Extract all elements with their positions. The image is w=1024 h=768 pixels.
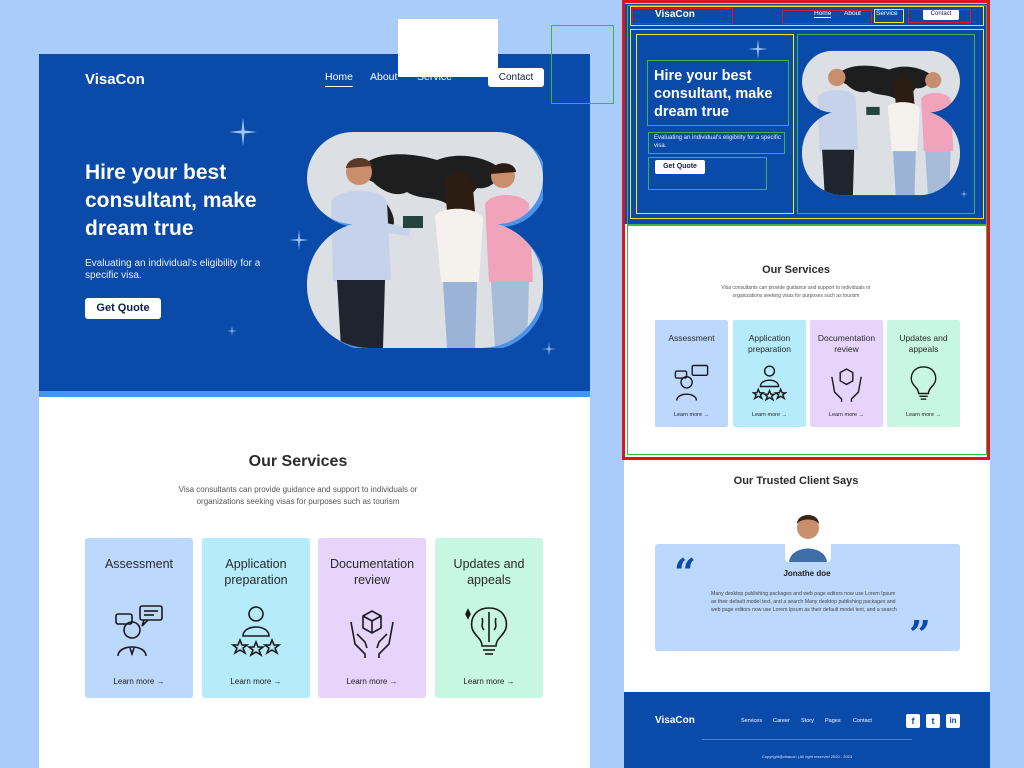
- card-title: Updates and appeals: [453, 557, 525, 587]
- brain-lightbulb-icon: [465, 607, 508, 655]
- blank-overlay-box: [398, 19, 498, 77]
- footer-copyright: Copyright@visacon | All right reserved 2…: [761, 754, 853, 759]
- contact-button[interactable]: Contact: [923, 9, 959, 20]
- nav-home[interactable]: Home: [814, 10, 832, 18]
- nav-service[interactable]: Service: [876, 10, 898, 17]
- sparkle-icon: [227, 326, 237, 336]
- linkedin-icon[interactable]: in: [946, 714, 960, 728]
- footer-link-career[interactable]: Career: [773, 718, 790, 724]
- learn-more-link[interactable]: Learn more →: [202, 677, 310, 686]
- footer-logo[interactable]: VisaCon: [655, 715, 695, 726]
- sparkle-icon: [542, 342, 556, 356]
- service-card-application[interactable]: Application preparation Learn more →: [202, 538, 310, 698]
- learn-more-link[interactable]: Learn more →: [435, 677, 543, 686]
- service-card-documentation[interactable]: Documentation review Learn more →: [318, 538, 426, 698]
- services-subtitle: Visa consultants can provide guidance an…: [178, 485, 418, 506]
- twitter-icon[interactable]: t: [926, 714, 940, 728]
- card-title: Documentation review: [329, 557, 415, 587]
- services-title: Our Services: [762, 264, 830, 276]
- hero-subtext: Evaluating an individual's eligibility f…: [85, 258, 261, 281]
- hero-bottom-strip: [39, 391, 590, 397]
- brand-logo[interactable]: VisaCon: [85, 71, 145, 88]
- card-title: Documentation review: [817, 333, 876, 354]
- footer-link-contact[interactable]: Contact: [853, 718, 872, 724]
- hero-consultants-photo: [307, 132, 543, 348]
- learn-more-link[interactable]: Learn more →: [887, 412, 960, 418]
- person-rating-stars-icon: [231, 606, 281, 657]
- service-card-application[interactable]: Application preparation Learn more →: [733, 320, 806, 427]
- hands-box-icon: [831, 368, 862, 402]
- footer-link-pages[interactable]: Pages: [825, 718, 841, 724]
- hands-box-icon: [350, 610, 394, 658]
- hero-subtext: Evaluating an individual's eligibility f…: [654, 135, 781, 149]
- client-name: Jonathe doe: [783, 569, 831, 578]
- facebook-icon[interactable]: f: [906, 714, 920, 728]
- services-subtitle: Visa consultants can provide guidance an…: [721, 285, 871, 299]
- hero-headline: Hire your best consultant, make dream tr…: [654, 68, 773, 120]
- desktop-mockup-small: VisaCon Home About Service Contact Hire …: [624, 4, 990, 768]
- footer-link-services[interactable]: Services: [741, 718, 762, 724]
- nav-about[interactable]: About: [844, 10, 861, 17]
- desktop-mockup-large: VisaCon Home About Service Contact Hire …: [39, 54, 590, 768]
- service-card-assessment[interactable]: Assessment Learn more →: [85, 538, 193, 698]
- sparkle-icon: [748, 39, 768, 59]
- learn-more-link[interactable]: Learn more →: [733, 412, 806, 418]
- service-card-updates[interactable]: Updates and appeals Learn more →: [887, 320, 960, 427]
- sparkle-icon: [229, 118, 257, 146]
- service-card-assessment[interactable]: Assessment Learn more →: [655, 320, 728, 427]
- consultant-chat-icon: [674, 364, 709, 401]
- nav-home[interactable]: Home: [325, 71, 354, 87]
- brand-logo[interactable]: VisaCon: [655, 9, 695, 20]
- hero-consultants-photo: [802, 50, 960, 196]
- card-title: Updates and appeals: [899, 333, 948, 354]
- card-title: Assessment: [668, 333, 715, 343]
- learn-more-link[interactable]: Learn more →: [655, 412, 728, 418]
- footer-link-story[interactable]: Story: [801, 718, 814, 724]
- card-title: Application preparation: [747, 333, 791, 354]
- card-title: Assessment: [104, 557, 174, 571]
- testimonial-text: Many desktop publishing packages and web…: [711, 591, 897, 613]
- sparkle-icon: [960, 190, 968, 198]
- consultant-chat-icon: [115, 605, 163, 657]
- learn-more-link[interactable]: Learn more →: [318, 677, 426, 686]
- services-title: Our Services: [248, 453, 348, 470]
- card-title: Application preparation: [224, 557, 288, 587]
- learn-more-link[interactable]: Learn more →: [85, 677, 193, 686]
- service-card-documentation[interactable]: Documentation review Learn more →: [810, 320, 883, 427]
- get-quote-button[interactable]: Get Quote: [85, 298, 161, 319]
- service-card-updates[interactable]: Updates and appeals Learn more →: [435, 538, 543, 698]
- person-rating-stars-icon: [752, 365, 787, 402]
- testimonials-title: Our Trusted Client Says: [733, 475, 859, 487]
- hero-headline: Hire your best consultant, make dream tr…: [85, 161, 257, 240]
- brain-lightbulb-icon: [910, 366, 937, 400]
- client-avatar: [785, 506, 831, 562]
- close-quote-icon: ”: [909, 612, 931, 657]
- footer-divider: [702, 739, 912, 740]
- get-quote-button[interactable]: Get Quote: [655, 160, 705, 174]
- nav-about[interactable]: About: [370, 71, 397, 83]
- learn-more-link[interactable]: Learn more →: [810, 412, 883, 418]
